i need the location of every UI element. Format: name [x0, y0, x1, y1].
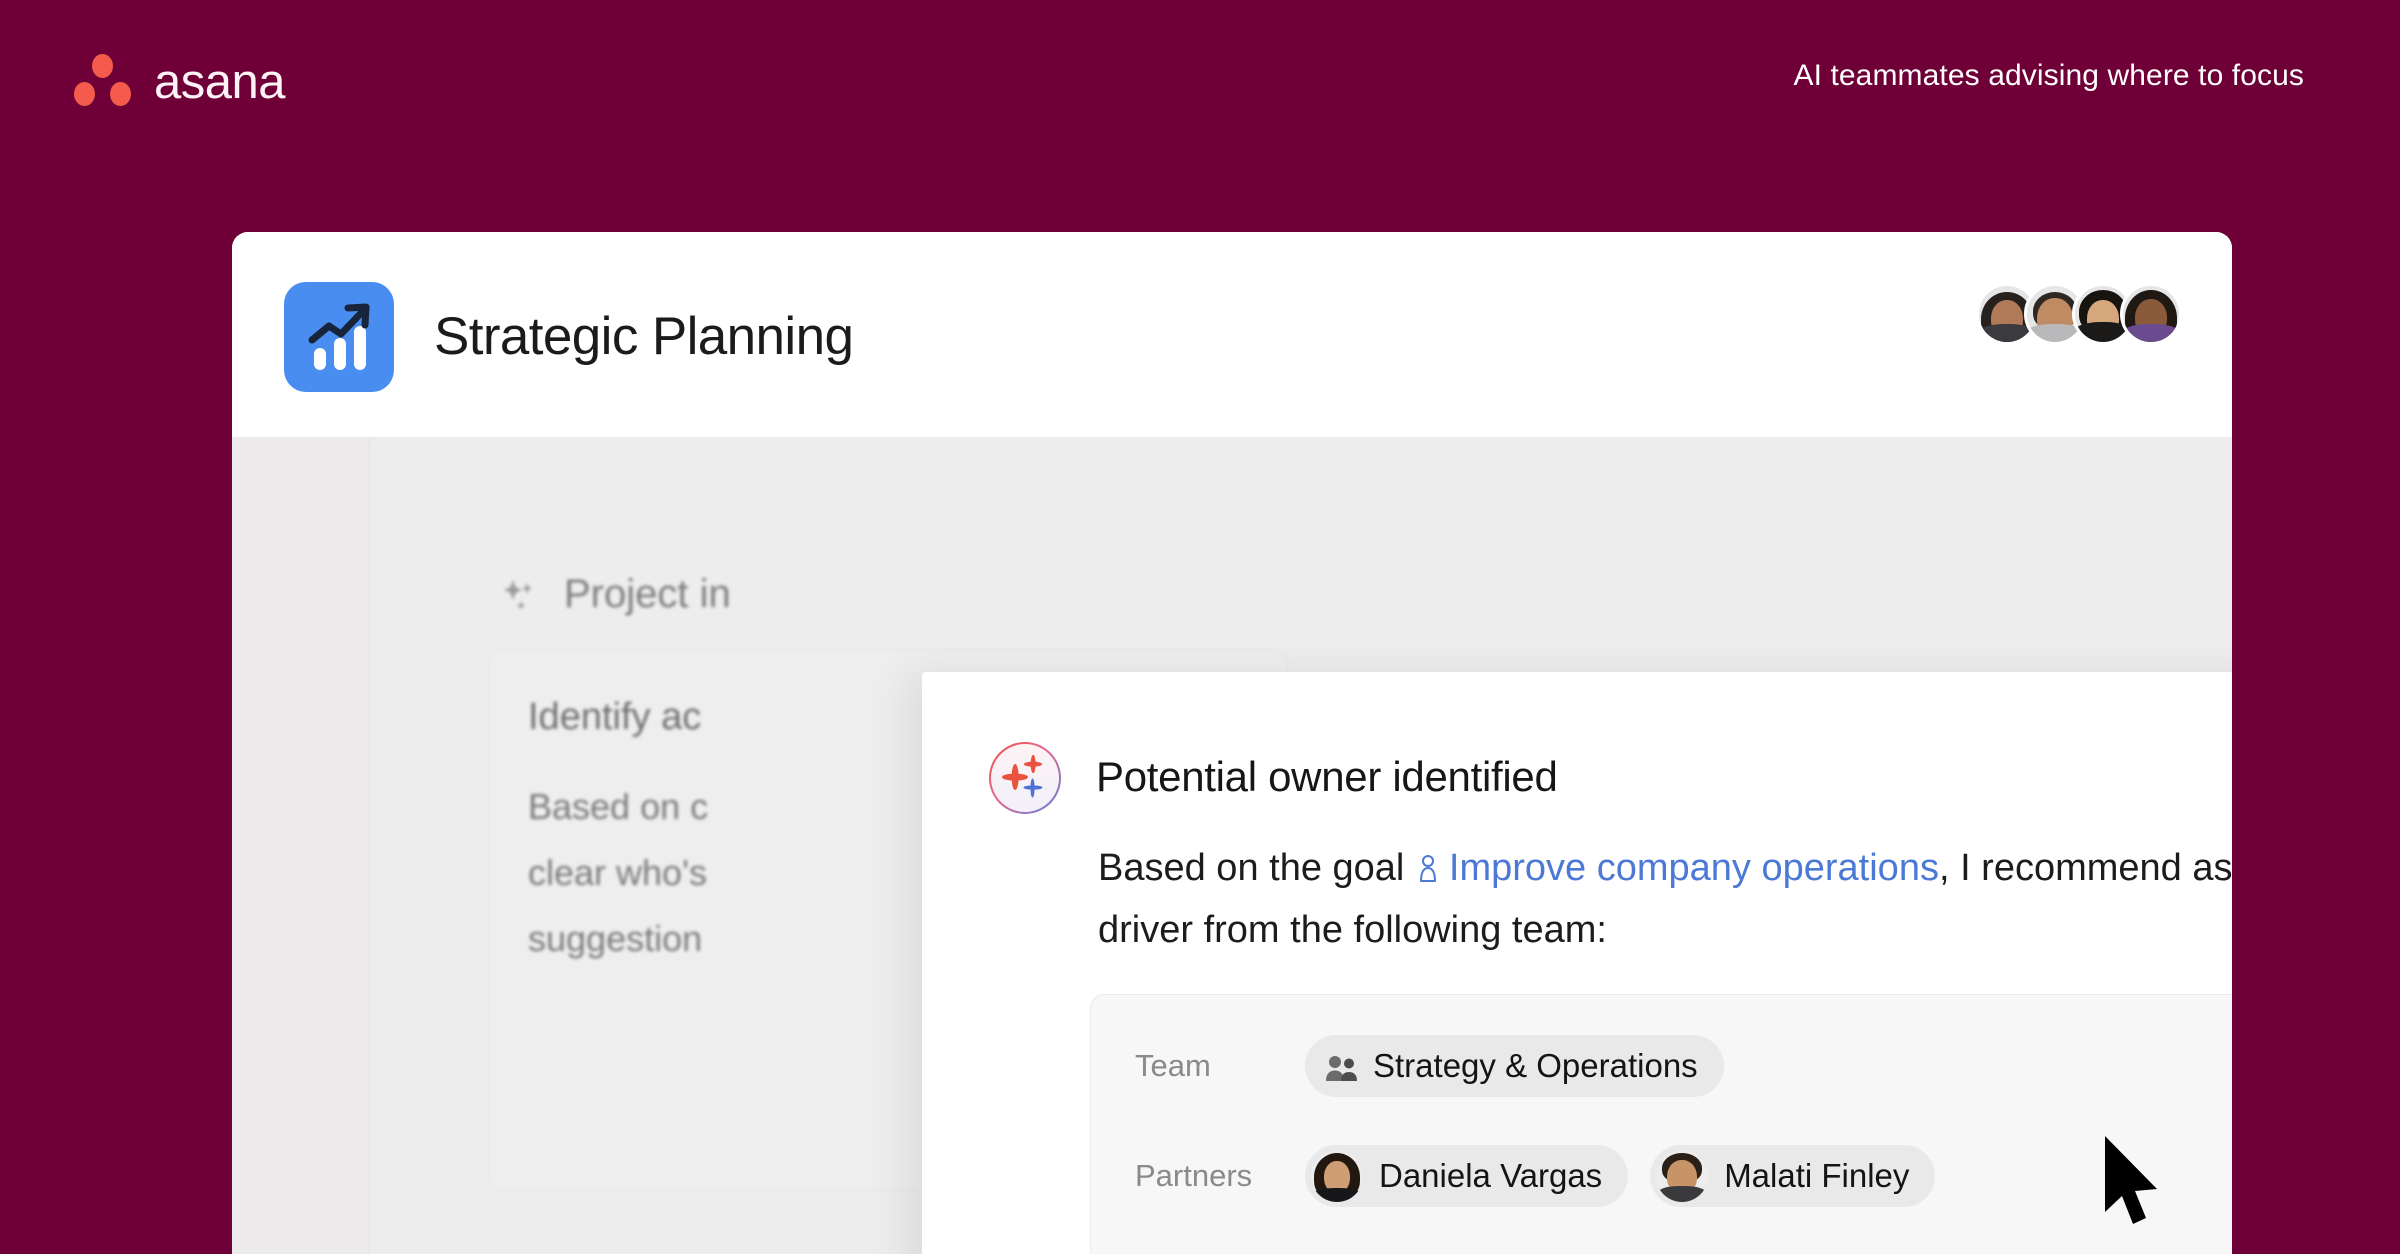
sidebar-rail	[232, 438, 370, 1254]
team-label: Team	[1135, 1048, 1211, 1083]
partner-name: Malati Finley	[1724, 1157, 1910, 1194]
app-window: Strategic Planning Project in Identify a…	[232, 232, 2232, 1254]
partners-label: Partners	[1135, 1158, 1253, 1193]
partners-row: Partners Daniela Vargas Malati Finley	[1135, 1145, 1957, 1207]
tagline: AI teammates advising where to focus	[1793, 59, 2304, 92]
partner-name: Daniela Vargas	[1379, 1157, 1603, 1194]
goal-target-icon	[1415, 841, 1441, 882]
team-chip[interactable]: Strategy & Operations	[1305, 1035, 1724, 1097]
asana-logo-icon	[74, 54, 132, 106]
asana-wordmark: asana	[154, 54, 286, 109]
goal-link[interactable]: Improve company operations	[1415, 847, 1939, 889]
dialog-body: Based on the goal Improve company operat…	[1098, 837, 2232, 961]
project-header: Strategic Planning	[232, 232, 2232, 438]
screenshot-root: asana AI teammates advising where to foc…	[0, 0, 2400, 1254]
member-avatar-group[interactable]	[1976, 283, 2182, 345]
dialog-body-lead: Based on the goal	[1098, 847, 1405, 889]
insight-card-title: Identify ac	[528, 696, 702, 738]
team-chip-label: Strategy & Operations	[1373, 1047, 1698, 1084]
sparkle-icon	[500, 574, 542, 616]
dialog-title: Potential owner identified	[1096, 753, 1558, 800]
partner-chip[interactable]: Malati Finley	[1650, 1145, 1936, 1207]
project-insights-title: Project in	[564, 572, 731, 616]
dialog-body-after-link: , I recommend	[1938, 847, 2182, 889]
people-group-icon	[1325, 1052, 1359, 1081]
page-title: Strategic Planning	[434, 307, 854, 366]
avatar[interactable]	[2120, 283, 2182, 345]
partner-chip[interactable]: Daniela Vargas	[1305, 1145, 1629, 1207]
ai-recommendation-dialog: Potential owner identified Based on the …	[922, 672, 2232, 1254]
recommendation-details: Team Strategy & Operations Partners Dani…	[1090, 994, 2232, 1254]
project-insights-header: Project in	[500, 572, 731, 617]
team-row: Team Strategy & Operations	[1135, 1035, 1746, 1097]
ai-sparkle-icon	[989, 742, 1061, 814]
avatar	[1656, 1150, 1709, 1202]
goal-link-label: Improve company operations	[1448, 847, 1939, 889]
avatar	[1311, 1150, 1363, 1202]
asana-brand: asana	[74, 54, 286, 109]
bar-chart-trending-up-icon	[284, 282, 394, 392]
